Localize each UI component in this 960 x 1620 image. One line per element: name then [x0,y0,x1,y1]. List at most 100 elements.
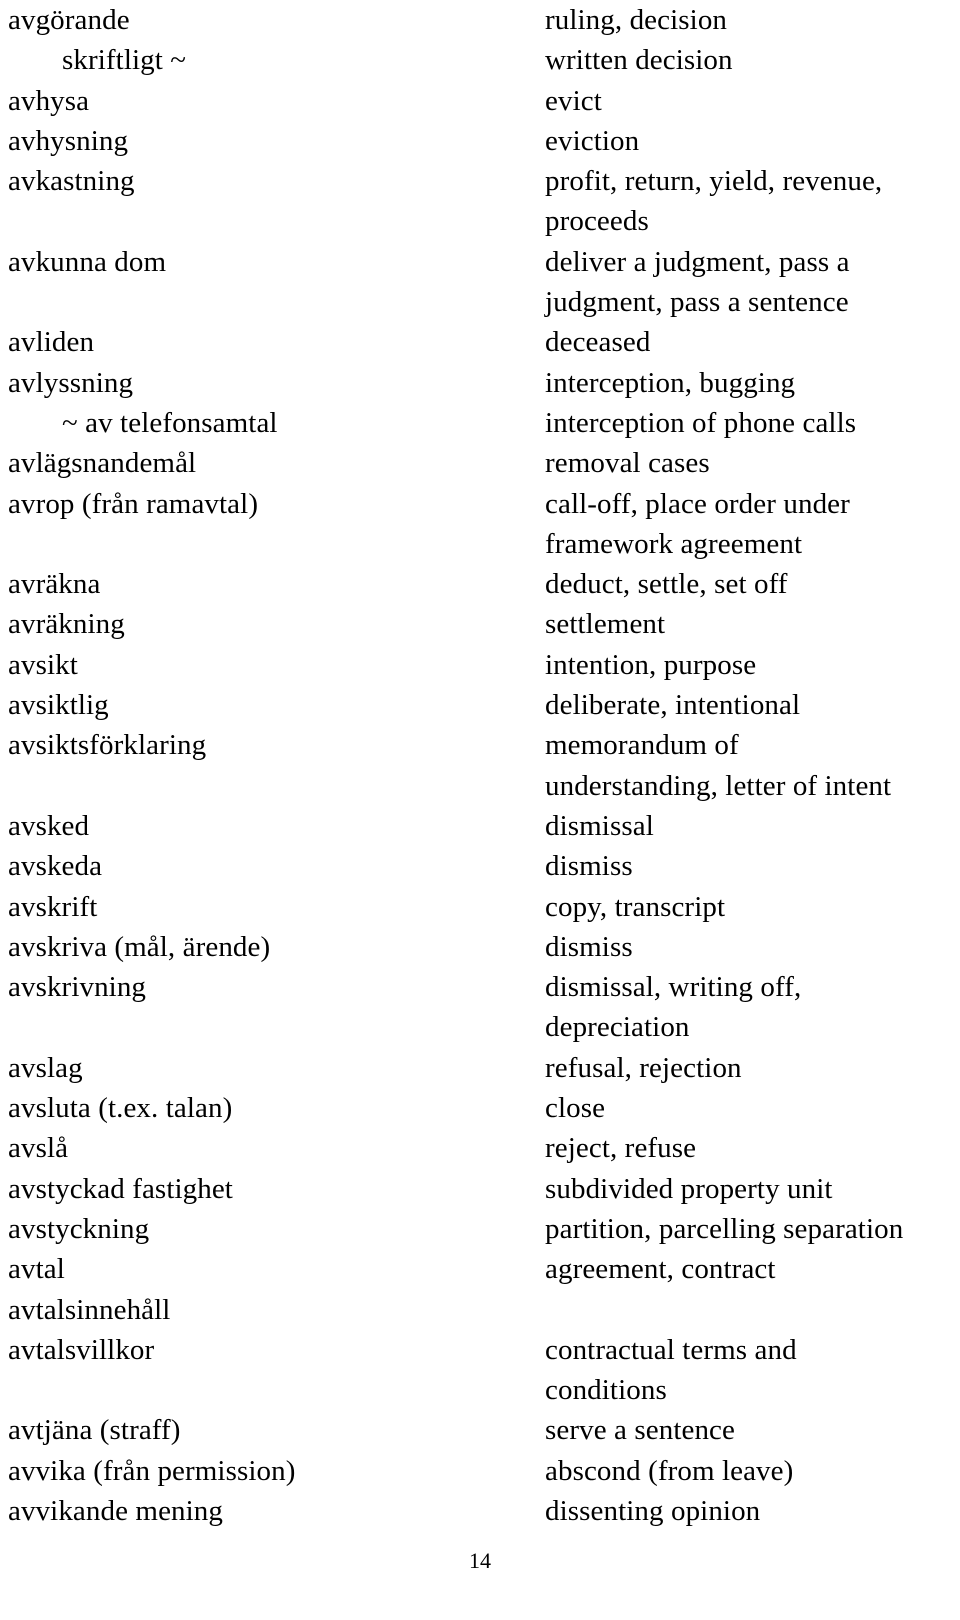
english-translation: intention, purpose [545,648,757,681]
swedish-term: avslag [8,1051,83,1084]
english-translation: removal cases [545,447,710,480]
glossary-row: framework agreement [0,524,960,564]
english-translation: abscond (from leave) [545,1454,794,1487]
swedish-term: avtalsinnehåll [8,1293,171,1326]
english-translation: dismissal, writing off, [545,971,802,1004]
swedish-term: avskeda [8,850,103,883]
glossary-row: avtalsinnehåll [0,1290,960,1330]
glossary-row: proceeds [0,201,960,241]
glossary-row: avgörande ruling, decision [0,0,960,40]
swedish-term: avstyckad fastighet [8,1172,233,1205]
english-translation: deliberate, intentional [545,689,801,722]
english-translation: deduct, settle, set off [545,568,788,601]
glossary-row: avskriva (mål, ärende) dismiss [0,927,960,967]
glossary-row: avslå reject, refuse [0,1128,960,1168]
english-translation: depreciation [545,1011,690,1044]
glossary-row: avslag refusal, rejection [0,1048,960,1088]
glossary-row: understanding, letter of intent [0,766,960,806]
english-translation: deliver a judgment, pass a [545,245,850,278]
swedish-term: avvika (från permission) [8,1454,296,1487]
english-translation: conditions [545,1374,667,1407]
swedish-term: avhysning [8,124,129,157]
english-translation: dismiss [545,930,633,963]
english-translation: written decision [545,44,733,77]
glossary-row: avsked dismissal [0,806,960,846]
english-translation: subdivided property unit [545,1172,833,1205]
english-translation: deceased [545,326,651,359]
swedish-term: avlyssning [8,366,134,399]
swedish-term: avlägsnandemål [8,447,197,480]
glossary-row: conditions [0,1370,960,1410]
english-translation: interception, bugging [545,366,796,399]
swedish-term: avrop (från ramavtal) [8,487,259,520]
glossary-row: avstyckad fastighet subdivided property u… [0,1169,960,1209]
glossary-row: avtalsvillkor contractual terms and [0,1330,960,1370]
glossary-row: avskrift copy, transcript [0,887,960,927]
swedish-term: skriftligt ~ [62,44,187,77]
english-translation: ruling, decision [545,4,728,36]
english-translation: dismissal [545,809,654,842]
english-translation: partition, parcelling separation [545,1212,904,1245]
glossary-row: avvika (från permission) abscond (from le… [0,1451,960,1491]
swedish-term: avvikande mening [8,1494,224,1527]
english-translation: dissenting opinion [545,1494,761,1527]
glossary-row: avkastning profit, return, yield, revenue… [0,161,960,201]
swedish-term: avsked [8,809,90,842]
english-translation: eviction [545,124,640,157]
glossary-row: avsiktlig deliberate, intentional [0,685,960,725]
glossary-row: avvikande mening dissenting opinion [0,1491,960,1531]
glossary-row: judgment, pass a sentence [0,282,960,322]
swedish-term: avkunna dom [8,245,167,278]
glossary-row: avhysning eviction [0,121,960,161]
english-translation: framework agreement [545,527,803,560]
english-translation: settlement [545,608,666,641]
glossary-row: avtjäna (straff) serve a sentence [0,1410,960,1450]
english-translation: proceeds [545,205,649,238]
glossary-entry-list: avgörande ruling, decision skriftligt ~ wri… [0,0,960,1531]
glossary-row: avkunna dom deliver a judgment, pass a [0,242,960,282]
glossary-row: avräkning settlement [0,604,960,644]
swedish-term: avskriva (mål, ärende) [8,930,271,963]
document-page: avgörande ruling, decision skriftligt ~ wri… [0,0,960,1620]
swedish-term: avräkning [8,608,125,641]
glossary-row: avräkna deduct, settle, set off [0,564,960,604]
glossary-row: avsluta (t.ex. talan) close [0,1088,960,1128]
english-translation: dismiss [545,850,633,883]
glossary-row: avhysa evict [0,81,960,121]
glossary-row: avskeda dismiss [0,846,960,886]
english-translation: contractual terms and [545,1333,797,1366]
swedish-term: ~ av telefonsamtal [62,406,278,439]
glossary-row: avsikt intention, purpose [0,645,960,685]
glossary-row: avstyckning partition, parcelling separat… [0,1209,960,1249]
english-translation: interception of phone calls [545,406,857,439]
english-translation: agreement, contract [545,1253,776,1286]
glossary-row: depreciation [0,1007,960,1047]
glossary-row: avsiktsförklaring memorandum of [0,725,960,765]
swedish-term: avsiktlig [8,689,109,722]
page-number: 14 [469,1548,491,1573]
glossary-row: avrop (från ramavtal) call-off, place ord… [0,484,960,524]
english-translation: reject, refuse [545,1132,697,1165]
swedish-term: avtal [8,1253,65,1286]
swedish-term: avliden [8,326,95,359]
swedish-term: avsikt [8,648,78,681]
english-translation: evict [545,84,602,117]
english-translation: memorandum of [545,729,739,762]
swedish-term: avskrivning [8,971,147,1004]
glossary-row: avliden deceased [0,322,960,362]
english-translation: close [545,1092,606,1125]
english-translation: copy, transcript [545,890,726,923]
swedish-term: avslå [8,1132,69,1165]
glossary-row: ~ av telefonsamtal interception of phone … [0,403,960,443]
swedish-term: avskrift [8,890,98,923]
english-translation: serve a sentence [545,1414,735,1447]
swedish-term: avsluta (t.ex. talan) [8,1092,233,1125]
glossary-row: avlägsnandemål removal cases [0,443,960,483]
swedish-term: avstyckning [8,1212,150,1245]
glossary-row: skriftligt ~ written decision [0,40,960,80]
swedish-term: avkastning [8,165,135,198]
english-translation: judgment, pass a sentence [545,286,849,319]
english-translation: call-off, place order under [545,487,850,520]
swedish-term: avtalsvillkor [8,1333,155,1366]
swedish-term: avsiktsförklaring [8,729,207,762]
